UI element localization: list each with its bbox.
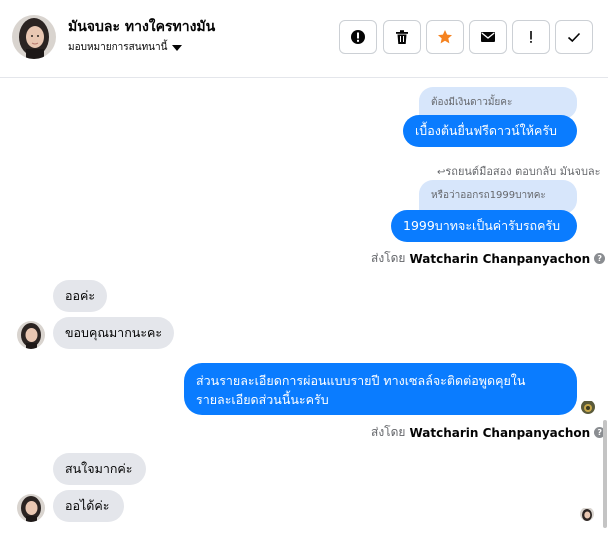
envelope-icon — [481, 32, 495, 42]
message-bubble-outgoing[interactable]: ส่วนรายละเอียดการผ่อนแบบรายปี ทางเซลล์จะ… — [184, 363, 577, 415]
alert-circle-icon — [351, 30, 365, 44]
follow-up-button[interactable] — [512, 20, 550, 54]
assign-conversation-dropdown[interactable]: มอบหมายการสนทนานี้ — [68, 40, 183, 55]
contact-avatar[interactable] — [12, 15, 56, 59]
message-text: เบื้องต้นยื่นฟรีดาวน์ให้ครับ — [415, 123, 557, 138]
done-button[interactable] — [555, 20, 593, 54]
message-bubble-incoming[interactable]: ขอบคุณมากนะคะ — [53, 317, 174, 349]
message-bubble-incoming[interactable]: สนใจมากค่ะ — [53, 453, 146, 485]
message-bubble-outgoing[interactable]: 1999บาทจะเป็นค่ารับรถครับ — [391, 210, 577, 242]
quoted-message-text: ต้องมีเงินดาวมั้ยคะ — [431, 97, 513, 108]
message-bubble-incoming[interactable]: ออได้ค่ะ — [53, 490, 124, 522]
message-text: สนใจมากค่ะ — [65, 461, 133, 476]
delete-button[interactable] — [383, 20, 421, 54]
message-text: ออค่ะ — [65, 288, 96, 303]
contact-avatar-small — [17, 494, 45, 522]
quoted-message-text: หรือว่าออกรถ1999บาทคะ — [431, 190, 546, 201]
quoted-message: หรือว่าออกรถ1999บาทคะ — [419, 180, 577, 214]
contact-name: มันจบละ ทางใครทางมัน — [68, 19, 216, 35]
assign-label: มอบหมายการสนทนานี้ — [68, 42, 168, 53]
message-bubble-incoming[interactable]: ออค่ะ — [53, 280, 107, 312]
contact-avatar-small — [17, 321, 45, 349]
star-icon — [438, 30, 452, 44]
trash-icon — [396, 30, 408, 44]
seen-avatar — [580, 507, 594, 521]
exclamation-icon — [530, 31, 532, 43]
seen-avatar — [581, 400, 595, 414]
conversation-header: มันจบละ ทางใครทางมัน มอบหมายการสนทนานี้ — [0, 0, 608, 78]
check-icon — [567, 32, 581, 43]
message-bubble-outgoing[interactable]: เบื้องต้นยื่นฟรีดาวน์ให้ครับ — [403, 115, 577, 147]
message-text-line: รายละเอียดส่วนนี้นะครับ — [196, 392, 329, 407]
message-text: 1999บาทจะเป็นค่ารับรถครับ — [403, 218, 561, 233]
star-button[interactable] — [426, 20, 464, 54]
report-button[interactable] — [339, 20, 377, 54]
message-text: ขอบคุณมากนะคะ — [65, 325, 163, 340]
sender-name: Watcharin Chanpanyachon — [409, 251, 591, 266]
caret-down-icon — [172, 45, 183, 51]
sent-by-label: ส่งโดย Watcharin Chanpanyachon ? — [371, 423, 606, 442]
help-icon[interactable]: ? — [594, 253, 606, 264]
message-text-line: ส่วนรายละเอียดการผ่อนแบบรายปี ทางเซลล์จะ… — [196, 373, 526, 388]
scrollbar[interactable] — [603, 420, 607, 528]
mark-unread-button[interactable] — [469, 20, 507, 54]
sender-name: Watcharin Chanpanyachon — [409, 425, 591, 440]
message-text: ออได้ค่ะ — [65, 498, 110, 513]
sent-by-label: ส่งโดย Watcharin Chanpanyachon ? — [371, 249, 606, 268]
reply-meta: ↩รถยนต์มือสอง ตอบกลับ มันจบละ — [437, 165, 601, 178]
